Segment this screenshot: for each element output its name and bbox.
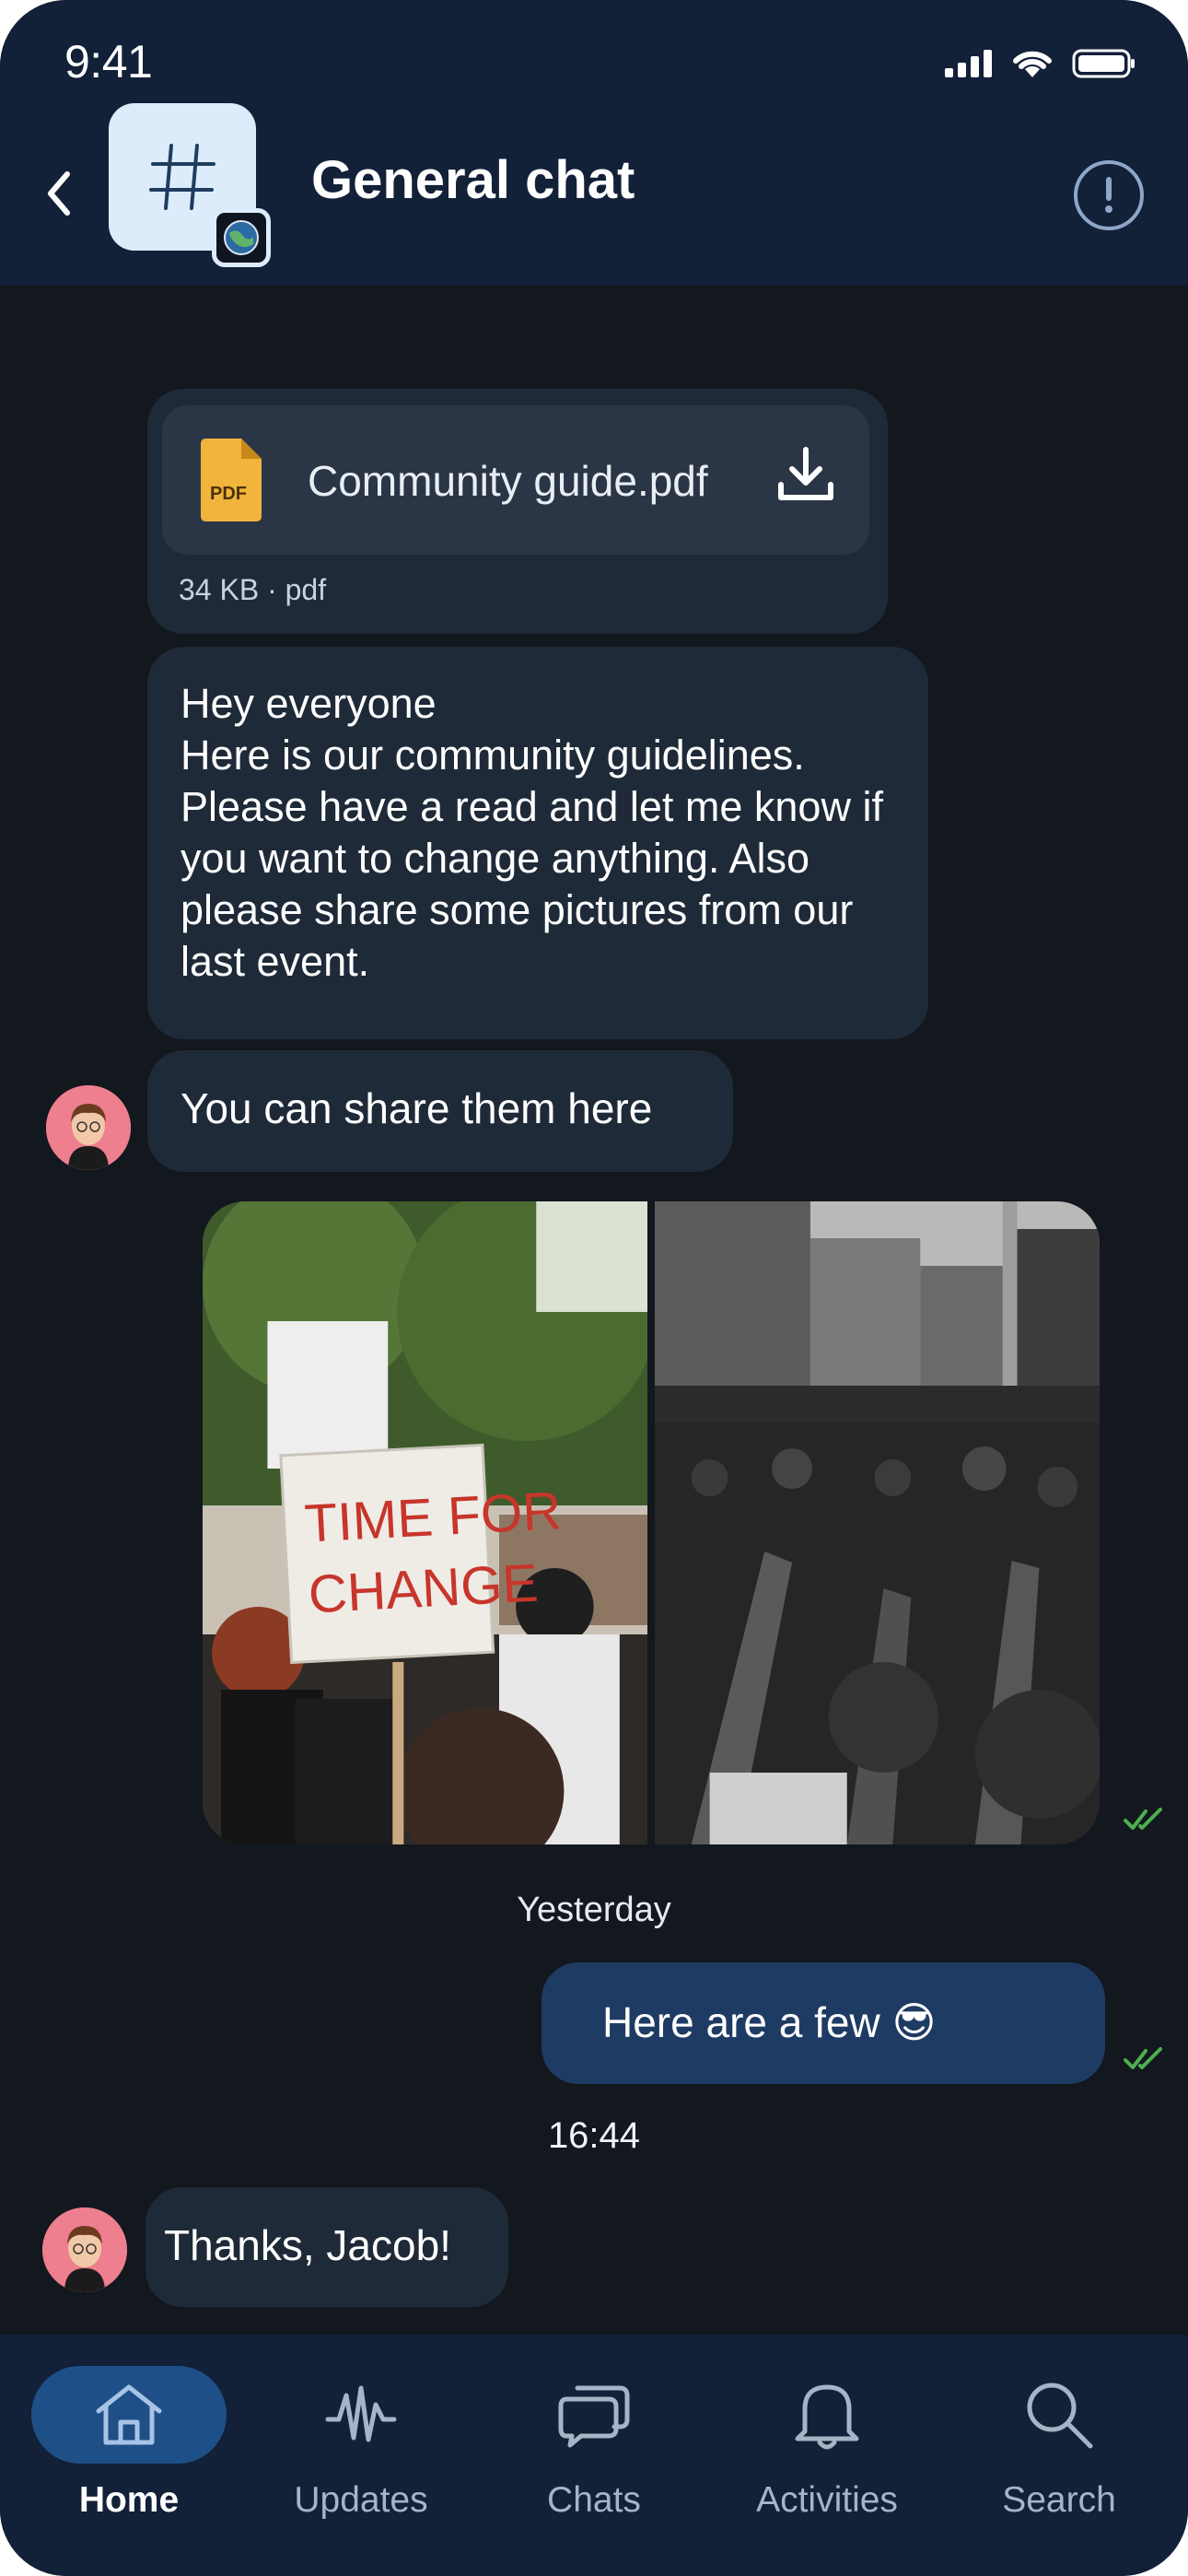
person-avatar-icon — [42, 2207, 127, 2292]
photo-protest-sign[interactable]: TIME FOR CHANGE — [203, 1201, 647, 1844]
message-bubble[interactable]: You can share them here — [147, 1050, 733, 1172]
info-button[interactable] — [1074, 160, 1144, 230]
tab-label: Home — [78, 2480, 180, 2520]
page-title: General chat — [311, 150, 635, 210]
file-size: 34 KB — [179, 573, 260, 606]
bell-icon — [795, 2384, 859, 2450]
pdf-file-icon: PDF — [201, 439, 262, 521]
file-message: PDF Community guide.pdf 34 KB · pdf — [147, 389, 888, 634]
hashtag-icon — [149, 144, 215, 210]
file-name: Community guide.pdf — [308, 457, 708, 505]
back-button[interactable] — [35, 164, 83, 223]
tab-bar: Home Updates Chats Activities Search — [0, 2335, 1188, 2576]
tab-activities[interactable]: Activities — [726, 2366, 928, 2532]
community-badge — [212, 208, 271, 267]
battery-icon — [1072, 49, 1135, 78]
photo-protest-sign-image: TIME FOR CHANGE — [203, 1201, 647, 1844]
tab-label: Chats — [547, 2480, 641, 2520]
chevron-left-icon — [48, 171, 70, 216]
read-receipt-icon — [1124, 2047, 1162, 2069]
photo-crowd[interactable] — [655, 1201, 1100, 1844]
time-separator: 16:44 — [547, 2115, 641, 2156]
header: 9:41 General chat — [0, 0, 1188, 286]
status-time: 9:41 — [64, 36, 153, 88]
tab-home[interactable]: Home — [28, 2366, 230, 2532]
search-icon — [1027, 2383, 1093, 2449]
chat-bubbles-icon — [558, 2385, 630, 2448]
tab-activities-icon-wrap — [729, 2366, 925, 2464]
file-attachment[interactable]: PDF Community guide.pdf — [162, 405, 869, 555]
pdf-icon-label: PDF — [210, 484, 247, 504]
tab-search-icon-wrap — [961, 2366, 1157, 2464]
tab-label: Search — [1002, 2480, 1116, 2520]
message-bubble[interactable]: Thanks, Jacob! — [146, 2187, 508, 2307]
message-text: You can share them here — [181, 1084, 653, 1132]
tab-label: Updates — [294, 2480, 428, 2520]
waveform-icon — [325, 2385, 397, 2442]
download-icon[interactable] — [775, 444, 836, 505]
file-meta-separator: · — [267, 573, 285, 606]
tab-home-highlight — [31, 2366, 227, 2464]
globe-icon — [224, 220, 259, 255]
read-receipt-icon — [1124, 1808, 1162, 1830]
tab-updates[interactable]: Updates — [260, 2366, 462, 2532]
sign-text-line-2: CHANGE — [307, 1553, 540, 1625]
home-icon — [96, 2384, 162, 2445]
tab-chats-icon-wrap — [496, 2366, 692, 2464]
message-text: Thanks, Jacob! — [164, 2221, 451, 2269]
avatar[interactable] — [46, 1085, 131, 1170]
file-meta: 34 KB · pdf — [179, 573, 326, 607]
photo-crowd-image — [655, 1201, 1100, 1844]
avatar[interactable] — [42, 2207, 127, 2292]
tab-chats[interactable]: Chats — [493, 2366, 695, 2532]
message-text: Here are a few 😎 — [602, 1998, 937, 2046]
tab-label: Activities — [756, 2480, 898, 2520]
photo-grid: TIME FOR CHANGE — [203, 1201, 1100, 1844]
tab-search[interactable]: Search — [958, 2366, 1160, 2532]
chat-screen: 9:41 General chat PDF Community guide.pd… — [0, 0, 1188, 2576]
message-bubble[interactable]: Hey everyone Here is our community guide… — [147, 647, 928, 1039]
status-icons — [945, 48, 1136, 79]
info-icon — [1105, 177, 1112, 213]
person-avatar-icon — [46, 1085, 131, 1170]
date-separator: Yesterday — [517, 1891, 671, 1929]
message-text: Hey everyone Here is our community guide… — [181, 680, 883, 985]
signal-icon — [945, 50, 992, 77]
wifi-icon — [1013, 51, 1052, 77]
file-type: pdf — [285, 573, 327, 606]
tab-updates-icon-wrap — [263, 2366, 459, 2464]
outgoing-message-bubble[interactable]: Here are a few 😎 — [542, 1962, 1105, 2084]
